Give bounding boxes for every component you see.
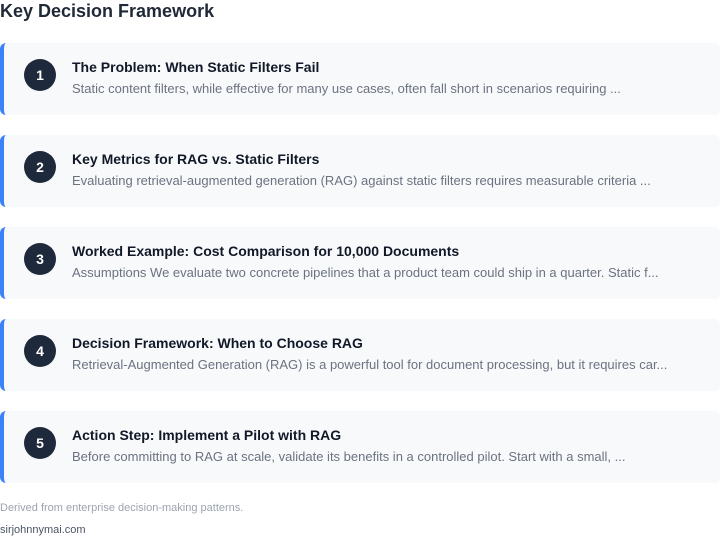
step-summary: Static content filters, while effective …	[72, 81, 621, 96]
step-summary: Assumptions We evaluate two concrete pip…	[72, 265, 659, 280]
step-number-badge: 1	[24, 59, 56, 91]
step-card-2: 2 Key Metrics for RAG vs. Static Filters…	[0, 135, 720, 207]
page-title: Key Decision Framework	[0, 1, 215, 21]
step-summary: Evaluating retrieval-augmented generatio…	[72, 173, 651, 188]
step-card-5: 5 Action Step: Implement a Pilot with RA…	[0, 411, 720, 483]
step-number-badge: 3	[24, 243, 56, 275]
step-title: Decision Framework: When to Choose RAG	[72, 335, 363, 351]
step-title: Worked Example: Cost Comparison for 10,0…	[72, 243, 460, 259]
site-credit: sirjohnnymai.com	[0, 524, 86, 536]
step-title: The Problem: When Static Filters Fail	[72, 59, 320, 75]
step-card-4: 4 Decision Framework: When to Choose RAG…	[0, 319, 720, 391]
source-note: Derived from enterprise decision-making …	[0, 502, 244, 514]
step-title: Action Step: Implement a Pilot with RAG	[72, 427, 342, 443]
step-summary: Retrieval-Augmented Generation (RAG) is …	[72, 357, 668, 372]
step-summary: Before committing to RAG at scale, valid…	[72, 449, 626, 464]
step-title: Key Metrics for RAG vs. Static Filters	[72, 151, 320, 167]
step-list: 1 The Problem: When Static Filters Fail …	[0, 43, 720, 503]
step-card-3: 3 Worked Example: Cost Comparison for 10…	[0, 227, 720, 299]
step-number-badge: 5	[24, 427, 56, 459]
step-number-badge: 4	[24, 335, 56, 367]
step-number-badge: 2	[24, 151, 56, 183]
step-card-1: 1 The Problem: When Static Filters Fail …	[0, 43, 720, 115]
